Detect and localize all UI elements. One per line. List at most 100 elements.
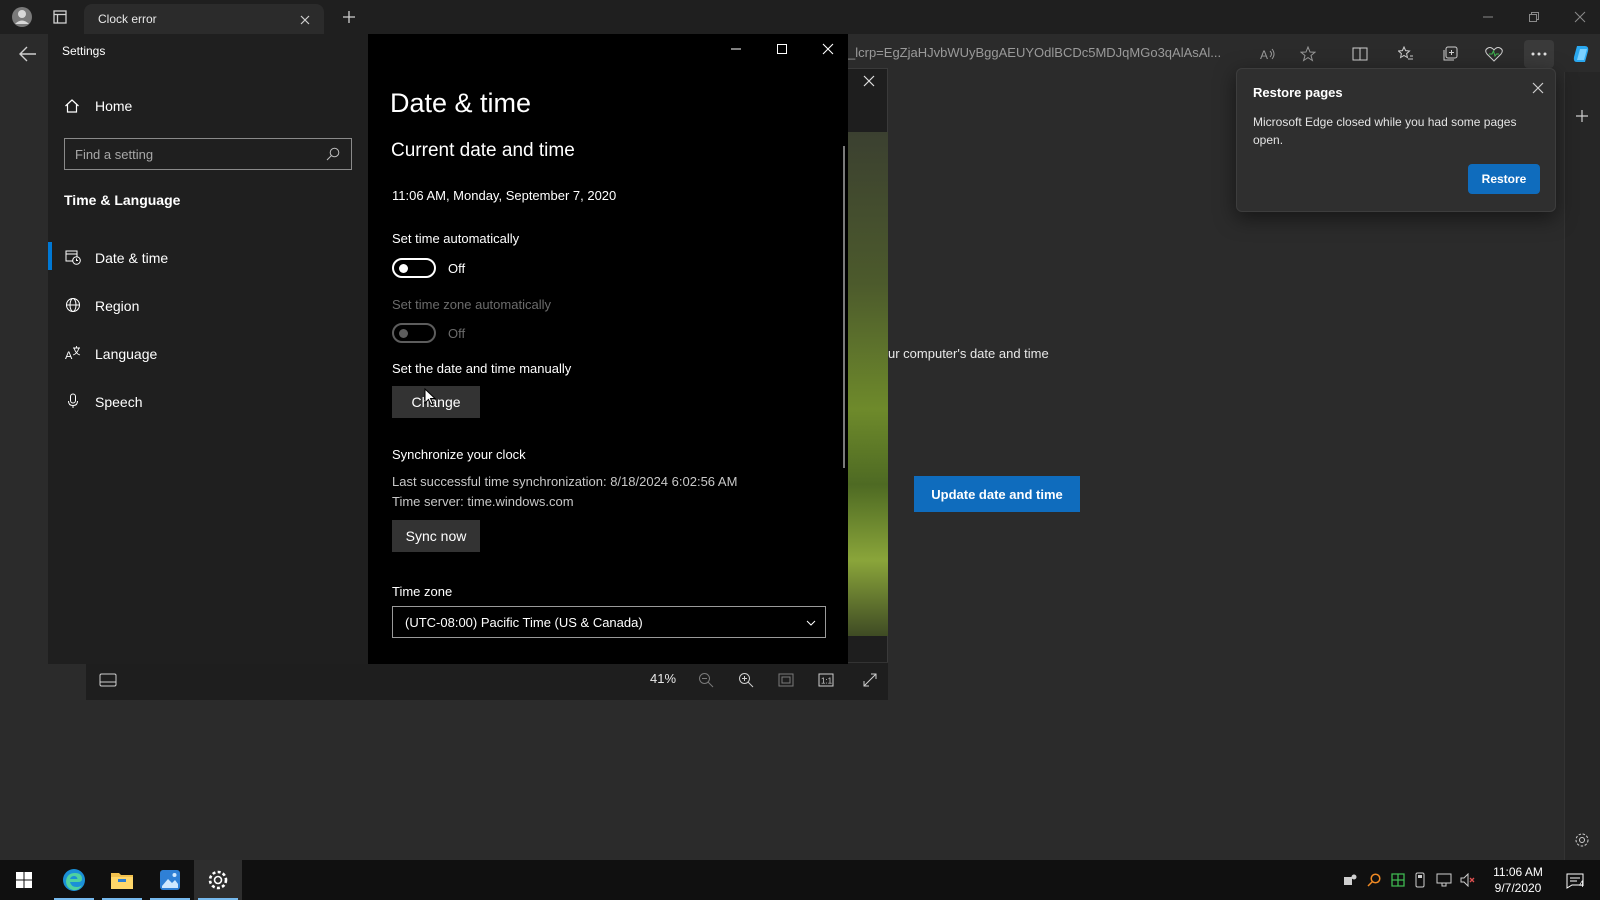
home-icon xyxy=(62,96,82,116)
current-date-value: 11:06 AM, Monday, September 7, 2020 xyxy=(392,188,617,203)
nav-home[interactable]: Home xyxy=(95,98,132,114)
minimize-icon[interactable] xyxy=(722,36,750,62)
timezone-selected-value: (UTC-08:00) Pacific Time (US & Canada) xyxy=(405,615,643,630)
volume-muted-icon[interactable] xyxy=(1458,870,1478,890)
restore-button-label: Restore xyxy=(1481,172,1527,186)
edge-sidebar-rail xyxy=(1564,72,1600,860)
clock-time: 11:06 AM xyxy=(1493,865,1543,879)
zoom-in-icon[interactable] xyxy=(734,668,758,692)
split-screen-icon[interactable] xyxy=(1348,42,1372,66)
set-tz-auto-state: Off xyxy=(448,326,466,341)
set-tz-auto-toggle[interactable] xyxy=(392,323,436,343)
update-date-time-button[interactable]: Update date and time xyxy=(914,476,1080,512)
new-tab-icon[interactable] xyxy=(338,6,360,28)
sync-heading: Synchronize your clock xyxy=(392,447,526,462)
copilot-icon[interactable] xyxy=(1568,40,1596,68)
restore-button[interactable]: Restore xyxy=(1468,164,1540,194)
toggle-knob xyxy=(399,264,408,273)
maximize-icon[interactable] xyxy=(768,36,796,62)
minimize-browser-icon[interactable] xyxy=(1476,6,1500,28)
clock[interactable]: 11:06 AM 9/7/2020 xyxy=(1488,864,1548,898)
tab-clock-error[interactable]: Clock error xyxy=(84,4,324,34)
set-time-auto-label: Set time automatically xyxy=(392,231,520,246)
teams-tray-icon[interactable] xyxy=(1340,870,1360,890)
restore-popup-title: Restore pages xyxy=(1253,85,1343,100)
start-button[interactable] xyxy=(0,860,48,900)
profile-icon[interactable] xyxy=(8,4,36,30)
nav-label: Region xyxy=(95,298,140,314)
tab-actions-icon[interactable] xyxy=(48,6,72,28)
viewer-status-bar xyxy=(86,662,888,700)
sidebar-add-icon[interactable] xyxy=(1570,104,1594,128)
actual-size-icon[interactable]: 1:1 xyxy=(814,668,838,692)
viewer-close-icon[interactable] xyxy=(858,70,880,92)
close-icon[interactable] xyxy=(814,36,842,62)
page-title: Date & time xyxy=(390,88,532,118)
toggle-knob xyxy=(399,329,408,338)
zoom-out-icon[interactable] xyxy=(694,668,718,692)
nav-label: Language xyxy=(95,346,158,362)
back-icon[interactable] xyxy=(14,42,42,66)
microphone-icon xyxy=(64,392,82,410)
section-heading: Time & Language xyxy=(64,192,181,208)
current-date-heading: Current date and time xyxy=(391,140,575,161)
fullscreen-icon[interactable] xyxy=(858,668,882,692)
viewer-image xyxy=(846,132,888,636)
viewer-filmstrip-icon[interactable] xyxy=(96,668,120,692)
fit-window-icon[interactable] xyxy=(774,668,798,692)
taskbar-edge[interactable] xyxy=(50,860,98,900)
mouse-cursor xyxy=(424,388,436,406)
content-scrollbar[interactable] xyxy=(843,146,845,468)
settings-gear-icon xyxy=(208,870,228,890)
defender-tray-icon[interactable] xyxy=(1388,870,1408,890)
search-tray-icon[interactable] xyxy=(1364,870,1384,890)
svg-text:1:1: 1:1 xyxy=(821,677,833,686)
restore-browser-icon[interactable] xyxy=(1522,6,1546,28)
windows-logo-icon xyxy=(16,872,32,888)
update-button-label: Update date and time xyxy=(931,486,1063,502)
search-input[interactable] xyxy=(75,145,315,163)
taskbar-file-explorer[interactable] xyxy=(98,860,146,900)
set-time-auto-toggle[interactable] xyxy=(392,258,436,278)
set-time-auto-state: Off xyxy=(448,261,466,276)
address-bar-url[interactable]: _lcrp=EgZjaHJvbWUyBggAEUYOdlBCDc5MDJqMGo… xyxy=(848,45,1221,60)
favorite-star-icon[interactable] xyxy=(1296,42,1320,66)
settings-content-pane xyxy=(368,34,848,664)
favorites-icon[interactable] xyxy=(1394,42,1418,66)
close-browser-icon[interactable] xyxy=(1568,6,1592,28)
sync-now-button[interactable]: Sync now xyxy=(392,520,480,552)
nav-label: Speech xyxy=(95,394,143,410)
svg-text:A: A xyxy=(1260,48,1268,61)
more-options-icon[interactable] xyxy=(1524,40,1554,68)
nav-item-date-time[interactable]: Date & time xyxy=(48,238,368,278)
page-partial-text: ur computer's date and time xyxy=(888,346,1049,361)
usb-tray-icon[interactable] xyxy=(1410,870,1430,890)
taskbar-settings[interactable] xyxy=(194,860,242,900)
tab-title: Clock error xyxy=(98,12,157,26)
timezone-dropdown[interactable]: (UTC-08:00) Pacific Time (US & Canada) xyxy=(392,606,826,638)
collections-icon[interactable] xyxy=(1438,42,1462,66)
set-tz-auto-label: Set time zone automatically xyxy=(392,297,551,312)
nav-item-language[interactable]: A Language xyxy=(48,334,368,374)
folder-icon xyxy=(111,873,133,889)
settings-search-box[interactable] xyxy=(64,138,352,170)
viewer-zoom-level: 41% xyxy=(650,671,677,686)
calendar-clock-icon xyxy=(64,248,82,266)
svg-text:A: A xyxy=(65,350,73,361)
sidebar-settings-icon[interactable] xyxy=(1570,828,1594,852)
browser-essentials-icon[interactable] xyxy=(1482,42,1506,66)
manual-date-label: Set the date and time manually xyxy=(392,361,572,376)
change-button[interactable]: Change xyxy=(392,386,480,418)
nav-item-speech[interactable]: Speech xyxy=(48,382,368,422)
globe-icon xyxy=(64,296,82,314)
nav-item-region[interactable]: Region xyxy=(48,286,368,326)
close-popup-icon[interactable] xyxy=(1527,77,1549,99)
network-tray-icon[interactable] xyxy=(1434,870,1454,890)
taskbar-photos[interactable] xyxy=(146,860,194,900)
read-aloud-icon[interactable]: A xyxy=(1256,42,1280,66)
close-tab-icon[interactable] xyxy=(296,11,314,29)
notification-center-icon[interactable]: 4 xyxy=(1560,868,1590,894)
sync-now-label: Sync now xyxy=(405,528,467,544)
search-icon[interactable] xyxy=(323,144,343,164)
clock-date: 9/7/2020 xyxy=(1494,881,1542,895)
